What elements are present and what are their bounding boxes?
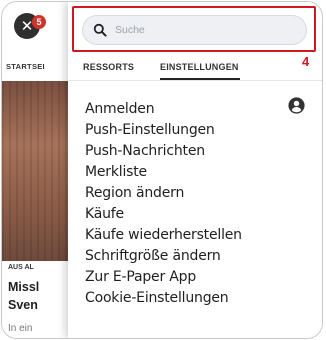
article-teaser: In ein — [8, 323, 33, 334]
phone-frame: ✕ 5 STARTSEI AUS AL Missl Sven In ein 4 … — [1, 1, 323, 339]
menu-item-merkliste[interactable]: Merkliste — [85, 162, 275, 183]
article-image[interactable] — [2, 81, 72, 261]
menu-item-cookie-einstellungen[interactable]: Cookie-Einstellungen — [85, 288, 275, 309]
background-app: ✕ 5 STARTSEI AUS AL Missl Sven In ein — [2, 2, 72, 338]
article-kicker: AUS AL — [8, 264, 34, 271]
notification-badge: 5 — [32, 15, 46, 29]
headline-line-2: Sven — [8, 298, 38, 312]
menu-item-kaeufe[interactable]: Käufe — [85, 204, 275, 225]
tab-divider — [68, 80, 322, 81]
search-icon — [93, 23, 107, 37]
menu-item-push-einstellungen[interactable]: Push-Einstellungen — [85, 120, 275, 141]
settings-menu-list: Anmelden Push-Einstellungen Push-Nachric… — [85, 99, 275, 309]
menu-item-anmelden[interactable]: Anmelden — [85, 99, 275, 120]
tab-ressorts[interactable]: RESSORTS — [83, 62, 134, 72]
headline-line-1: Missl — [8, 280, 40, 294]
account-circle-icon[interactable] — [288, 97, 305, 114]
menu-item-kaeufe-wiederherstellen[interactable]: Käufe wiederherstellen — [85, 225, 275, 246]
menu-item-e-paper-app[interactable]: Zur E-Paper App — [85, 267, 275, 288]
menu-panel: 4 RESSORTS EINSTELLUNGEN Anmelden Push-E… — [68, 2, 322, 338]
search-bar[interactable] — [82, 15, 307, 45]
article-headline[interactable]: Missl Sven — [8, 278, 39, 314]
annotation-number: 4 — [302, 54, 310, 69]
menu-item-region-aendern[interactable]: Region ändern — [85, 183, 275, 204]
search-input[interactable] — [115, 20, 300, 40]
menu-item-schriftgroesse[interactable]: Schriftgröße ändern — [85, 246, 275, 267]
section-label[interactable]: STARTSEI — [6, 62, 45, 71]
menu-item-push-nachrichten[interactable]: Push-Nachrichten — [85, 141, 275, 162]
tab-einstellungen[interactable]: EINSTELLUNGEN — [160, 62, 239, 72]
